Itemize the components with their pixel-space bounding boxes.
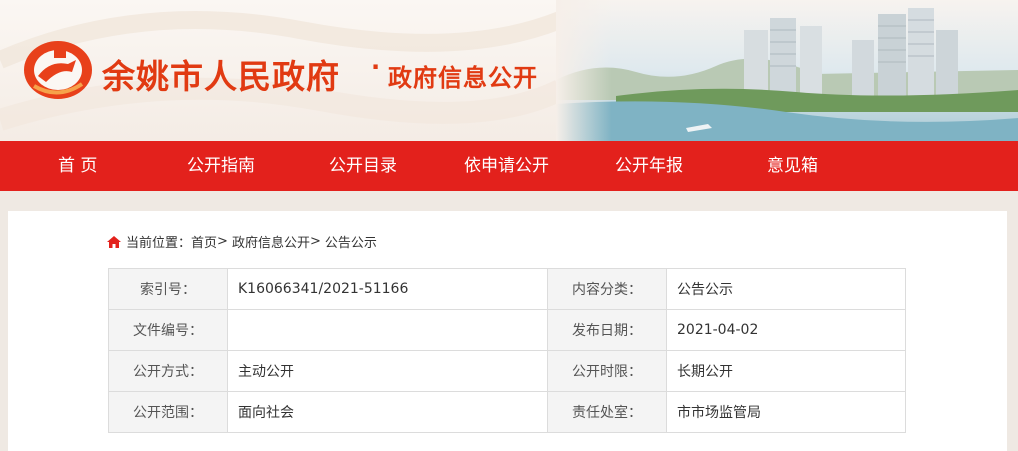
index-number-value: K16066341/2021-51166: [227, 268, 548, 310]
nav-item-catalog[interactable]: 公开目录: [329, 141, 397, 191]
title-separator: ·: [371, 53, 381, 81]
breadcrumb-prefix: 当前位置：: [126, 236, 192, 251]
government-logo-icon[interactable]: [20, 38, 96, 102]
nav-item-apply[interactable]: 依申请公开: [464, 141, 549, 191]
disclosure-method-label: 公开方式：: [108, 350, 228, 392]
disclosure-scope-value: 面向社会: [227, 391, 548, 433]
disclosure-scope-label: 公开范围：: [108, 391, 228, 433]
document-metadata-table: 索引号： K16066341/2021-51166 内容分类： 公告公示 文件编…: [108, 268, 906, 433]
table-row: 索引号： K16066341/2021-51166 内容分类： 公告公示: [108, 268, 906, 310]
disclosure-method-value: 主动公开: [227, 350, 548, 392]
home-icon: [107, 235, 121, 248]
index-number-label: 索引号：: [108, 268, 228, 310]
site-title[interactable]: 余姚市人民政府: [102, 50, 340, 98]
document-number-label: 文件编号：: [108, 309, 228, 351]
site-subtitle: 政府信息公开: [388, 64, 538, 92]
breadcrumb-separator: >: [309, 234, 321, 249]
nav-item-feedback[interactable]: 意见箱: [767, 141, 818, 191]
breadcrumb-link-announcements[interactable]: 公告公示: [325, 232, 377, 251]
responsible-office-value: 市市场监管局: [666, 391, 906, 433]
disclosure-period-label: 公开时限：: [547, 350, 667, 392]
content-panel: 当前位置： 首页 > 政府信息公开 > 公告公示 索引号： K16066341/…: [8, 211, 1007, 451]
page-header: 余姚市人民政府 · 政府信息公开: [0, 0, 1018, 141]
content-category-value: 公告公示: [666, 268, 906, 310]
table-row: 文件编号： 发布日期： 2021-04-02: [108, 309, 906, 351]
city-skyline-banner-image: [556, 0, 1018, 141]
breadcrumb-link-info-disclosure[interactable]: 政府信息公开: [232, 232, 310, 251]
table-row: 公开范围： 面向社会 责任处室： 市市场监管局: [108, 391, 906, 433]
disclosure-period-value: 长期公开: [666, 350, 906, 392]
publish-date-label: 发布日期：: [547, 309, 667, 351]
content-category-label: 内容分类：: [547, 268, 667, 310]
responsible-office-label: 责任处室：: [547, 391, 667, 433]
nav-item-guide[interactable]: 公开指南: [187, 141, 255, 191]
nav-item-home[interactable]: 首 页: [58, 141, 97, 191]
breadcrumb-link-home[interactable]: 首页: [191, 232, 217, 251]
document-number-value: [227, 309, 548, 351]
table-row: 公开方式： 主动公开 公开时限： 长期公开: [108, 350, 906, 392]
nav-item-annual-report[interactable]: 公开年报: [615, 141, 683, 191]
publish-date-value: 2021-04-02: [666, 309, 906, 351]
breadcrumb-separator: >: [217, 234, 228, 249]
main-navigation: 首 页 公开指南 公开目录 依申请公开 公开年报 意见箱: [0, 141, 1018, 191]
breadcrumb: 当前位置： 首页 > 政府信息公开 > 公告公示: [106, 232, 377, 251]
